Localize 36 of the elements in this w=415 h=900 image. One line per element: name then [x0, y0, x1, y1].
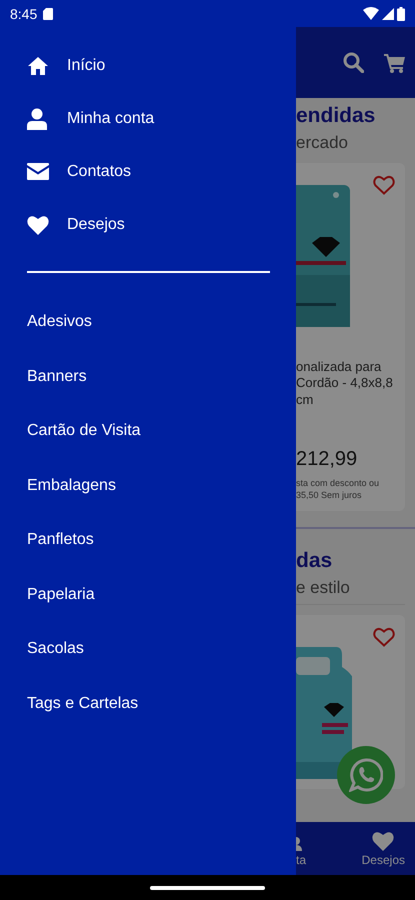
section-subtitle: ercado: [296, 133, 349, 153]
menu-item[interactable]: Desejos: [27, 198, 296, 251]
category-link[interactable]: Papelaria: [27, 586, 95, 604]
nav-tab[interactable]: Desejos: [362, 831, 405, 867]
heart-icon: [27, 214, 49, 234]
signal-icon: [382, 8, 394, 20]
category-link[interactable]: Adesivos: [27, 313, 92, 332]
heart-icon[interactable]: [373, 175, 395, 195]
menu-item[interactable]: Contatos: [27, 145, 296, 198]
wifi-icon: [363, 7, 379, 20]
cart-icon[interactable]: [384, 52, 405, 72]
home-indicator[interactable]: [150, 886, 265, 890]
search-icon[interactable]: [343, 52, 364, 73]
home-icon: [27, 56, 49, 76]
chat-phone-icon: [349, 758, 383, 792]
section-title: endidas: [296, 104, 376, 128]
category-link[interactable]: Tags e Cartelas: [27, 694, 138, 713]
category-link[interactable]: Cartão de Visita: [27, 422, 141, 440]
category-link[interactable]: Embalagens: [27, 476, 116, 495]
menu-item[interactable]: Minha conta: [27, 92, 296, 145]
product-price: 212,99: [296, 448, 358, 471]
category-link[interactable]: Panfletos: [27, 531, 94, 550]
payment-terms: sta com desconto ou 35,50 Sem juros: [296, 476, 380, 502]
section-title: das: [296, 549, 334, 574]
menu-item[interactable]: Início: [27, 39, 296, 92]
sim-card-icon: [43, 8, 54, 20]
category-link[interactable]: Banners: [27, 368, 87, 386]
heart-icon[interactable]: [373, 627, 395, 648]
product-name: onalizada para Cordão - 4,8x8,8 cm: [296, 359, 394, 408]
status-time: 8:45: [10, 6, 38, 22]
heart-icon: [372, 831, 394, 851]
envelope-icon: [27, 163, 49, 180]
battery-icon: [397, 6, 405, 20]
category-link[interactable]: Sacolas: [27, 640, 84, 658]
section-subtitle: e estilo: [296, 578, 351, 598]
nav-tab[interactable]: ta: [296, 837, 326, 867]
